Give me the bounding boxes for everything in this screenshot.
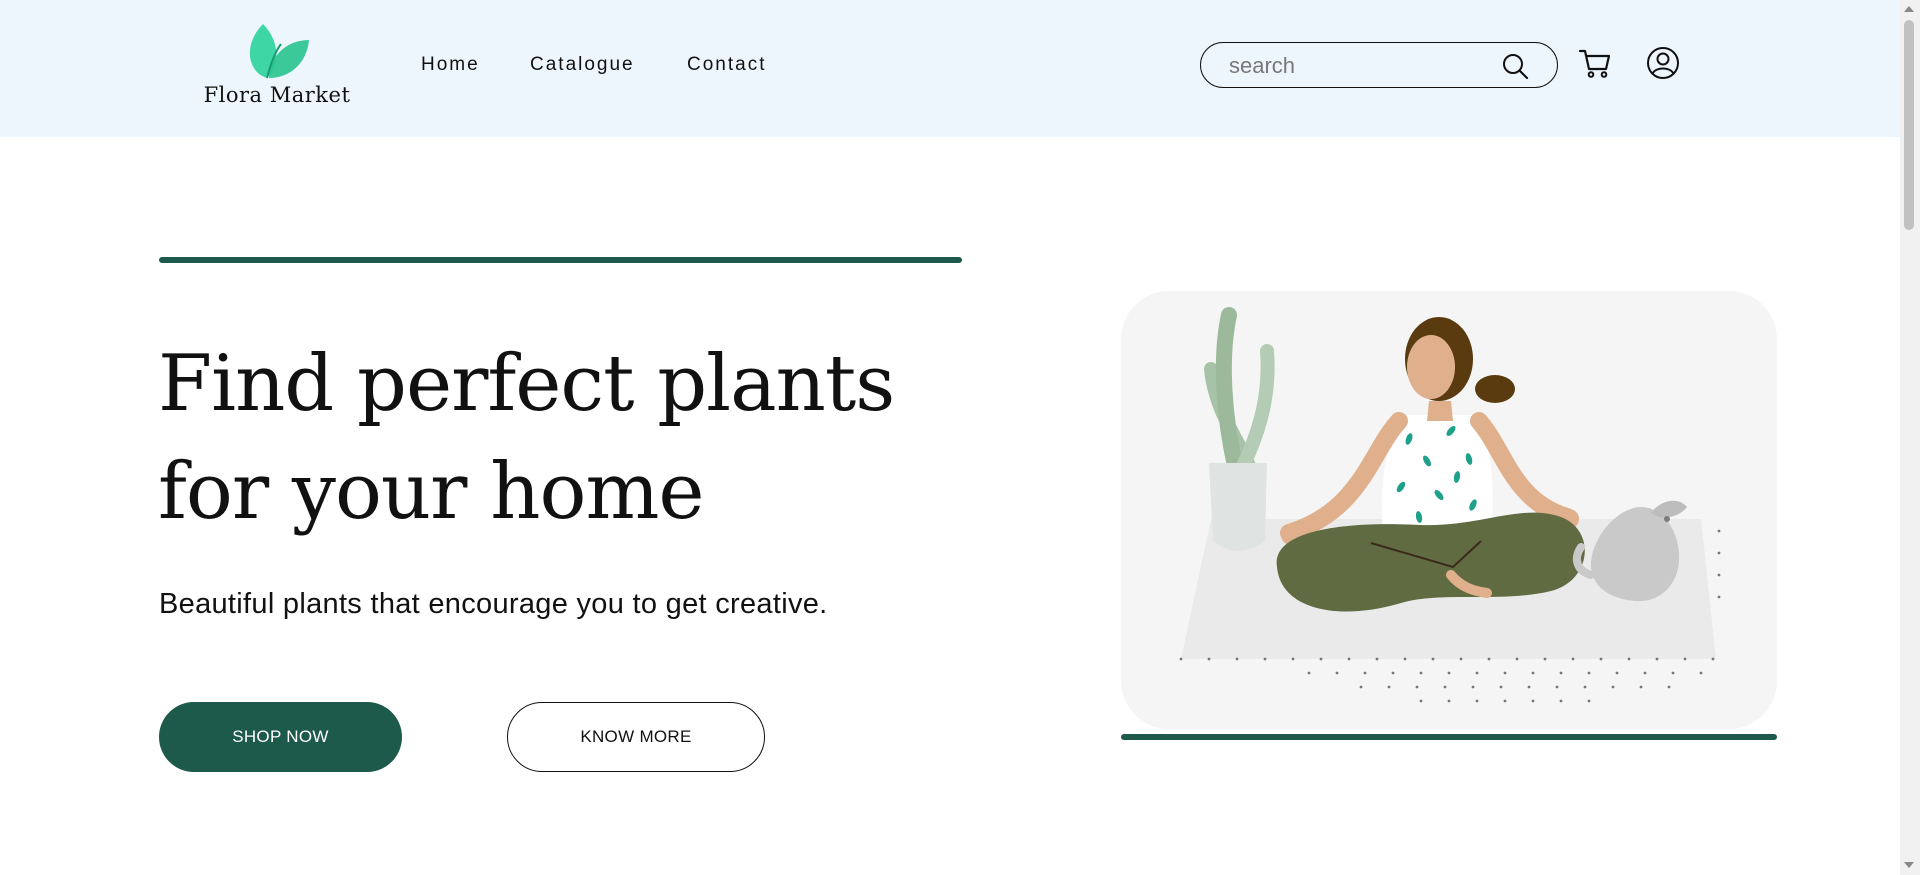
- scroll-thumb[interactable]: [1904, 20, 1914, 230]
- brand-name: Flora Market: [203, 83, 351, 107]
- user-icon[interactable]: [1646, 46, 1680, 80]
- meditating-woman: [1276, 317, 1585, 612]
- page-scrollbar[interactable]: [1900, 0, 1920, 875]
- cart-icon[interactable]: [1578, 46, 1612, 80]
- shop-now-button[interactable]: SHOP NOW: [159, 702, 402, 772]
- leaf-logo-icon: [249, 24, 309, 79]
- scroll-down-icon[interactable]: [1904, 862, 1914, 868]
- potted-plant: [1204, 307, 1275, 551]
- know-more-button[interactable]: KNOW MORE: [507, 702, 765, 772]
- page: Flora Market Home Catalogue Contact sear…: [0, 0, 1900, 875]
- decorative-rule: [159, 257, 962, 263]
- nav-catalogue[interactable]: Catalogue: [530, 54, 635, 76]
- hero-illustration: [1121, 291, 1777, 729]
- hero-headline: Find perfect plants for your home: [158, 339, 895, 537]
- decorative-rule: [1121, 734, 1777, 740]
- search-box: [1200, 42, 1558, 88]
- site-header: Flora Market Home Catalogue Contact: [0, 0, 1900, 137]
- search-icon[interactable]: [1501, 52, 1529, 80]
- nav-contact[interactable]: Contact: [687, 54, 766, 76]
- scroll-up-icon[interactable]: [1904, 6, 1914, 12]
- search-input[interactable]: [1227, 51, 1501, 81]
- hero-subtitle: Beautiful plants that encourage you to g…: [159, 588, 828, 620]
- nav-home[interactable]: Home: [421, 54, 480, 76]
- meditation-illustration-icon: [1179, 307, 1721, 703]
- brand-logo[interactable]: Flora Market: [202, 22, 352, 112]
